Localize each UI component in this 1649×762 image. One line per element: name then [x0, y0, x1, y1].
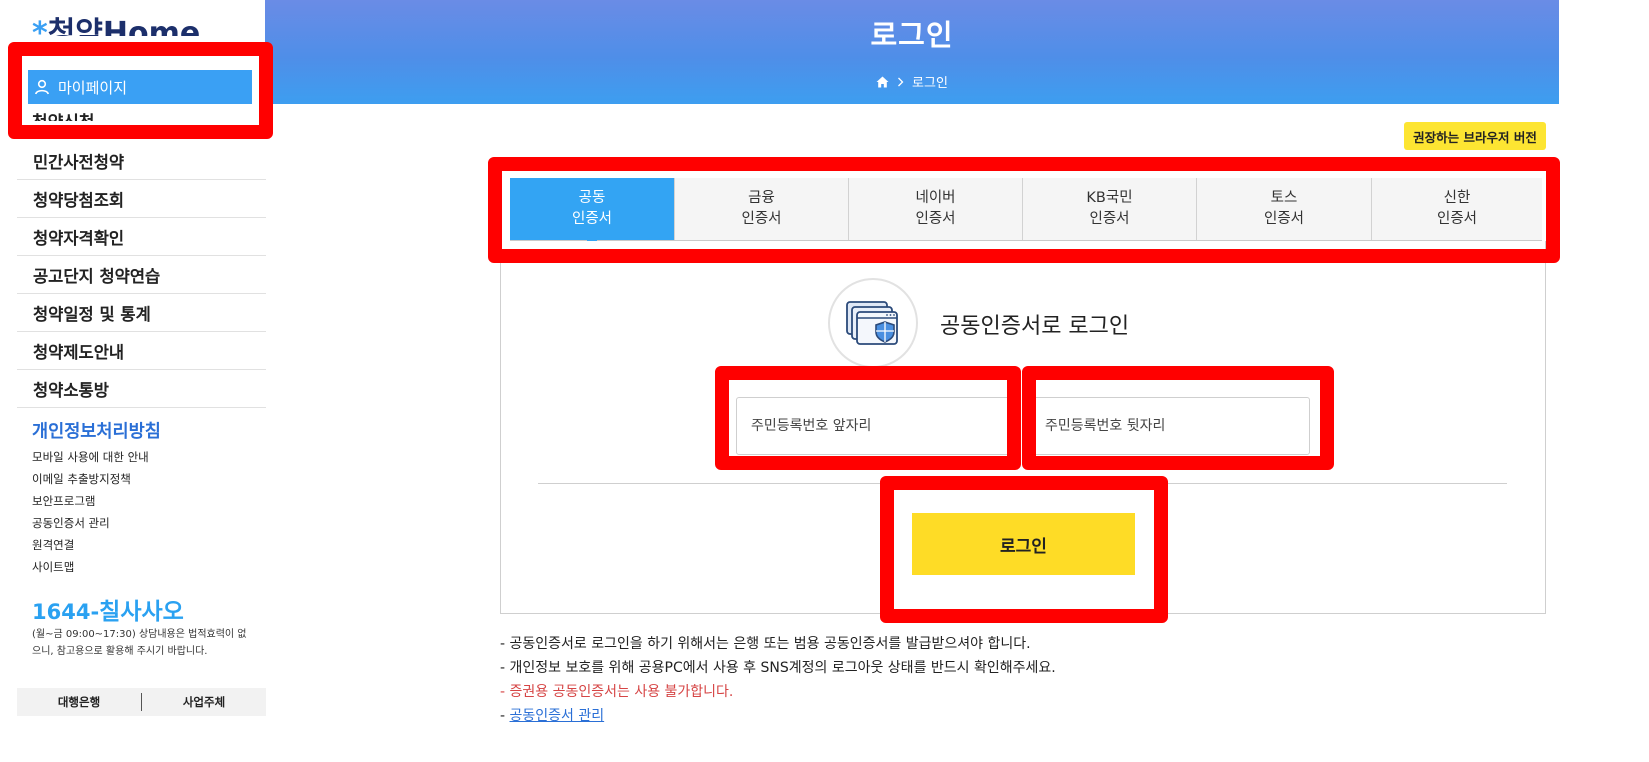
call-center-number: 1644-칠사사오: [32, 592, 184, 626]
tab-label-line2: 인증서: [1436, 211, 1478, 227]
recommended-browser-button[interactable]: 권장하는 브라우저 버전: [1404, 122, 1546, 150]
privacy-policy-link[interactable]: 개인정보처리방침: [32, 418, 161, 443]
tab-financial-certificate[interactable]: 금융 인증서: [675, 178, 849, 240]
tab-toss-certificate[interactable]: 토스 인증서: [1197, 178, 1372, 240]
sidebar-item[interactable]: 청약자격확인: [17, 218, 266, 256]
note-line: - 개인정보 보호를 위해 공용PC에서 사용 후 SNS계정의 로그아웃 상태…: [500, 660, 1056, 676]
tab-label-line1: KB국민: [1086, 190, 1133, 206]
mypage-button[interactable]: 마이페이지: [28, 70, 252, 104]
page-header: 로그인 로그인: [265, 0, 1559, 104]
sidebar: *청약Home 마이페이지 청약신청 민간사전청약 청약당첨조회 청약자격확인 …: [0, 0, 266, 762]
tab-label-line2: 인증서: [915, 211, 956, 227]
sidebar-nav: 민간사전청약 청약당첨조회 청약자격확인 공고단지 청약연습 청약일정 및 통계…: [17, 142, 266, 408]
user-icon: [35, 79, 49, 95]
sidebar-item[interactable]: 청약일정 및 통계: [17, 294, 266, 332]
home-icon[interactable]: [876, 76, 889, 88]
tab-kb-certificate[interactable]: KB국민 인증서: [1023, 178, 1197, 240]
login-button[interactable]: 로그인: [912, 513, 1135, 575]
tab-shinhan-certificate[interactable]: 신한 인증서: [1372, 178, 1542, 240]
note-line: - 공동인증서로 로그인을 하기 위해서는 은행 또는 범용 공동인증서를 발급…: [500, 636, 1031, 652]
call-center-hours: (월~금 09:00~17:30) 상담내용은 법적효력이 없으니, 참고용으로…: [32, 629, 247, 657]
sidebar-item[interactable]: 청약제도안내: [17, 332, 266, 370]
tab-label-line1: 공동: [578, 190, 606, 206]
tab-label-line2: 인증서: [1089, 211, 1130, 227]
sidebar-bottom-tabs: 대행은행 사업주체: [17, 688, 266, 716]
tab-label-line1: 네이버: [915, 190, 956, 206]
footer-links: 모바일 사용에 대한 안내 이메일 추출방지정책 보안프로그램 공동인증서 관리…: [32, 446, 149, 578]
footer-link[interactable]: 원격연결: [32, 534, 149, 556]
resident-number-back-input[interactable]: [1030, 397, 1310, 455]
phone-prefix: 1644-: [32, 600, 100, 624]
certificate-tabs: 공동 인증서 금융 인증서 네이버 인증서 KB국민 인증서 토스 인증서 신한…: [510, 178, 1542, 241]
logo-star-icon: *: [32, 16, 48, 36]
tab-label-line2: 인증서: [741, 211, 782, 227]
login-panel-title: 공동인증서로 로그인: [940, 314, 1130, 339]
certificate-icon: [828, 278, 918, 368]
certificate-management-link[interactable]: 공동인증서 관리: [510, 708, 605, 724]
agency-bank-tab[interactable]: 대행은행: [17, 694, 141, 710]
chevron-right-icon: [898, 77, 904, 86]
tab-joint-certificate[interactable]: 공동 인증서: [510, 178, 675, 240]
footer-link[interactable]: 보안프로그램: [32, 490, 149, 512]
panel-divider: [538, 483, 1507, 484]
mypage-label: 마이페이지: [58, 78, 128, 97]
sidebar-item[interactable]: 청약당첨조회: [17, 180, 266, 218]
site-logo[interactable]: *청약Home: [32, 14, 232, 36]
business-entity-tab[interactable]: 사업주체: [142, 694, 266, 710]
tab-label-line1: 토스: [1270, 190, 1298, 206]
sidebar-item[interactable]: 청약소통방: [17, 370, 266, 408]
page-title: 로그인: [870, 18, 954, 52]
tab-label-line2: 인증서: [1263, 211, 1305, 227]
note-prefix: -: [500, 708, 510, 724]
login-notes: - 공동인증서로 로그인을 하기 위해서는 은행 또는 범용 공동인증서를 발급…: [500, 632, 1056, 728]
breadcrumb: 로그인: [265, 72, 1559, 91]
phone-name: 칠사사오: [99, 599, 184, 625]
footer-link[interactable]: 공동인증서 관리: [32, 512, 149, 534]
note-line: - 공동인증서 관리: [500, 704, 1056, 728]
sidebar-item[interactable]: 공고단지 청약연습: [17, 256, 266, 294]
resident-number-front-input[interactable]: [736, 397, 1014, 455]
footer-link[interactable]: 사이트맵: [32, 556, 149, 578]
footer-link[interactable]: 이메일 추출방지정책: [32, 468, 149, 490]
tab-naver-certificate[interactable]: 네이버 인증서: [849, 178, 1023, 240]
breadcrumb-current: 로그인: [912, 76, 948, 91]
sidebar-item[interactable]: 민간사전청약: [17, 142, 266, 180]
footer-link[interactable]: 모바일 사용에 대한 안내: [32, 446, 149, 468]
note-warning: - 증권용 공동인증서는 사용 불가합니다.: [500, 684, 734, 700]
sidebar-item-apply[interactable]: 청약신청: [32, 112, 95, 121]
logo-text: 청약Home: [47, 16, 201, 36]
tab-label-line1: 금융: [748, 190, 775, 206]
tab-label-line1: 신한: [1443, 190, 1471, 206]
tab-label-line2: 인증서: [571, 211, 613, 227]
